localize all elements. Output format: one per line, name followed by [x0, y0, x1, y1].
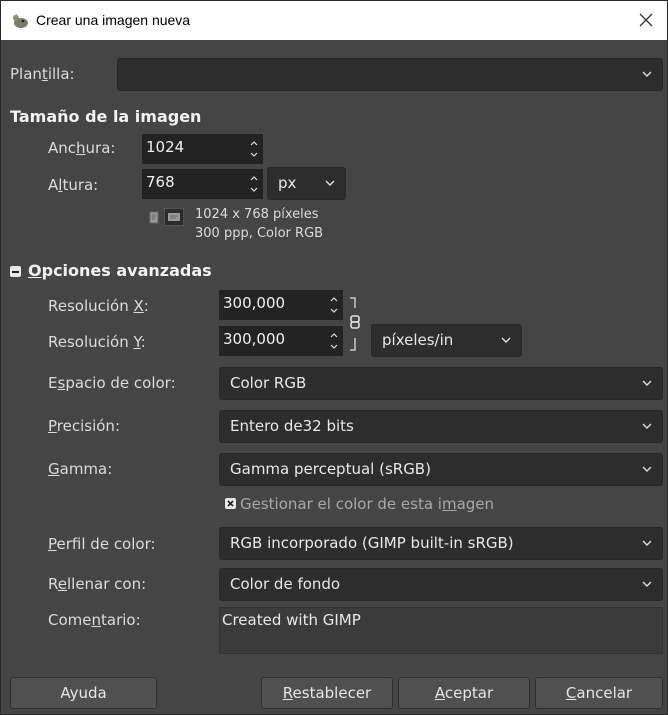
comment-label: Comentario:	[48, 611, 141, 629]
resolution-unit-value: píxeles/in	[382, 331, 454, 349]
size-unit-combo[interactable]: px	[267, 167, 346, 200]
chevron-down-icon	[501, 337, 511, 343]
image-size-header: Tamaño de la imagen	[10, 107, 202, 126]
precision-label: Precisión:	[48, 417, 120, 435]
width-value: 1024	[146, 138, 185, 156]
manage-color-checkbox[interactable]	[225, 498, 236, 509]
resolution-x-label: Resolución X:	[48, 297, 149, 315]
portrait-icon[interactable]	[148, 211, 160, 224]
chevron-down-icon	[325, 180, 335, 186]
chain-link-icon[interactable]	[346, 294, 362, 354]
cancel-button[interactable]: Cancelar	[535, 677, 663, 709]
fill-value: Color de fondo	[230, 575, 341, 593]
chevron-down-icon	[642, 466, 652, 472]
color-space-value: Color RGB	[230, 374, 307, 392]
manage-color-label[interactable]: Gestionar el color de esta imagen	[240, 495, 494, 513]
spin-arrows-icon[interactable]	[249, 173, 259, 195]
spin-arrows-icon[interactable]	[329, 330, 339, 352]
color-space-label: Espacio de color:	[48, 374, 176, 392]
height-spinner[interactable]: 768	[142, 169, 263, 199]
title-bar[interactable]: Crear una imagen nueva	[1, 1, 667, 40]
comment-value: Created with GIMP	[222, 611, 361, 629]
chevron-down-icon	[642, 540, 652, 546]
size-unit-value: px	[278, 174, 297, 192]
fill-combo[interactable]: Color de fondo	[219, 568, 663, 601]
resolution-y-spinner[interactable]: 300,000	[219, 326, 343, 356]
help-button[interactable]: Ayuda	[10, 677, 157, 709]
comment-textarea[interactable]: Created with GIMP	[219, 607, 663, 654]
ok-button[interactable]: Aceptar	[398, 677, 530, 709]
spin-arrows-icon[interactable]	[329, 294, 339, 316]
gimp-app-icon	[13, 14, 28, 28]
close-icon[interactable]	[633, 7, 659, 33]
template-combo[interactable]	[117, 58, 663, 91]
chevron-down-icon	[642, 71, 652, 77]
gamma-value: Gamma perceptual (sRGB)	[230, 460, 431, 478]
resolution-unit-combo[interactable]: píxeles/in	[371, 324, 522, 357]
width-label: Anchura:	[48, 139, 116, 157]
color-profile-combo[interactable]: RGB incorporado (GIMP built-in sRGB)	[219, 527, 663, 560]
advanced-options-header[interactable]: Opciones avanzadas	[28, 261, 212, 280]
gamma-label-text: Gamma:	[48, 460, 113, 478]
size-info-resolution: 300 ppp, Color RGB	[195, 226, 324, 241]
landscape-icon[interactable]	[164, 208, 184, 226]
chevron-down-icon	[642, 423, 652, 429]
template-label: Plantilla:	[10, 65, 75, 83]
chevron-down-icon	[642, 581, 652, 587]
fill-label: Rellenar con:	[48, 575, 147, 593]
size-info-dimensions: 1024 x 768 píxeles	[195, 207, 319, 222]
height-label: Altura:	[48, 176, 99, 194]
resolution-x-value: 300,000	[223, 294, 286, 312]
new-image-dialog: Crear una imagen nueva Plantilla: Tamaño…	[0, 0, 668, 715]
precision-value: Entero de32 bits	[230, 417, 354, 435]
resolution-y-value: 300,000	[223, 330, 286, 348]
chevron-down-icon	[642, 380, 652, 386]
gamma-combo[interactable]: Gamma perceptual (sRGB)	[219, 453, 663, 486]
resolution-y-label: Resolución Y:	[48, 333, 146, 351]
reset-button[interactable]: Restablecer	[261, 677, 393, 709]
resolution-x-spinner[interactable]: 300,000	[219, 290, 343, 320]
precision-combo[interactable]: Entero de32 bits	[219, 410, 663, 443]
window-title: Crear una imagen nueva	[36, 12, 191, 28]
color-profile-value: RGB incorporado (GIMP built-in sRGB)	[230, 534, 514, 552]
collapse-toggle-icon[interactable]	[10, 266, 21, 277]
color-space-combo[interactable]: Color RGB	[219, 367, 663, 400]
color-profile-label: Perfil de color:	[48, 535, 156, 553]
spin-arrows-icon[interactable]	[249, 138, 259, 160]
height-value: 768	[146, 173, 175, 191]
width-spinner[interactable]: 1024	[142, 134, 263, 164]
checkmark-icon	[227, 500, 234, 507]
